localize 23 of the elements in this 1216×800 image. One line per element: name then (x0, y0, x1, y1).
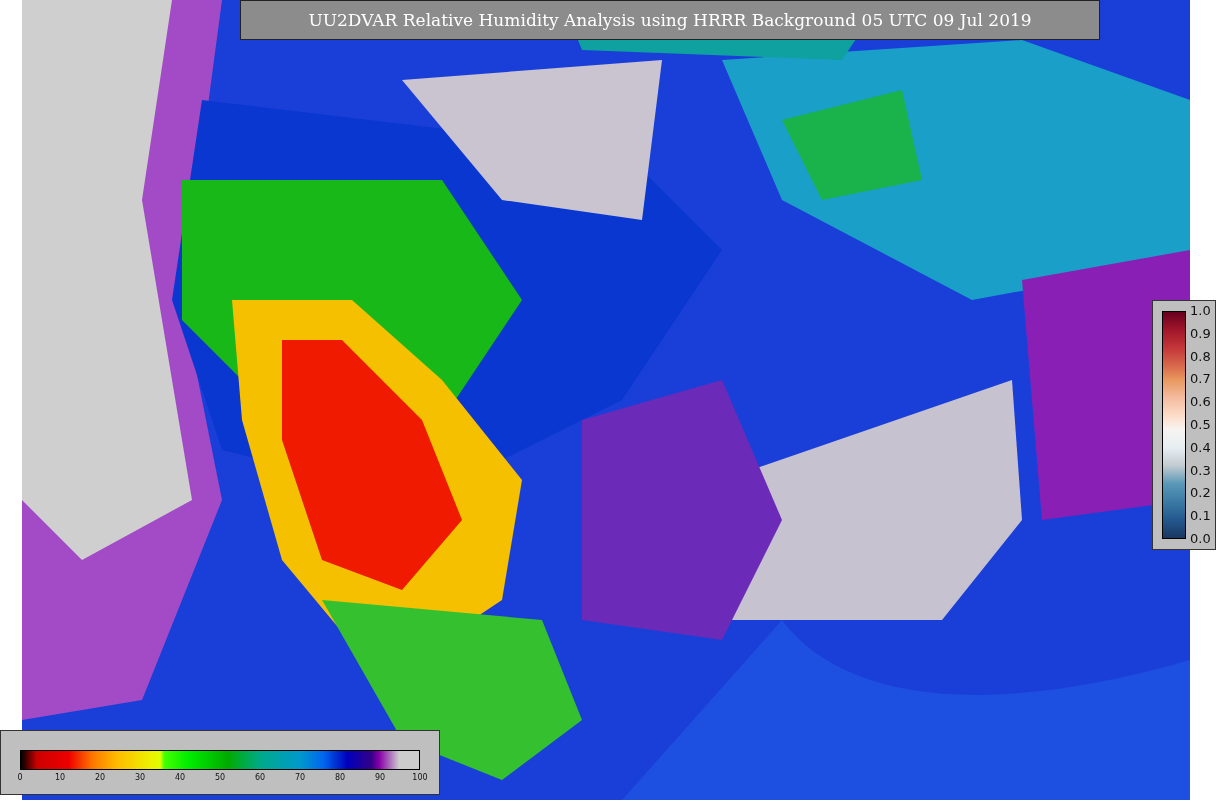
scale-label: 30 (134, 773, 146, 782)
scale-label: 0.8 (1190, 348, 1211, 365)
scale-label: 0.0 (1190, 530, 1211, 547)
scale-label: 70 (294, 773, 306, 782)
scale-label: 0 (17, 773, 23, 782)
scale-label: 10 (54, 773, 66, 782)
scale-label: 60 (254, 773, 266, 782)
scale-label: 20 (94, 773, 106, 782)
scale-label: 0.1 (1190, 508, 1211, 525)
scale-label: 0.3 (1190, 462, 1211, 479)
scale-label: 0.5 (1190, 417, 1211, 433)
map-title: UU2DVAR Relative Humidity Analysis using HRRR Background 05 UTC 09 Jul 2019 (240, 0, 1100, 40)
scale-label: 0.7 (1190, 371, 1211, 388)
scale-label: 1.0 (1190, 303, 1211, 319)
scale-label: 90 (374, 773, 386, 782)
scale-label: 40 (174, 773, 186, 782)
scale-label: 0.2 (1190, 485, 1211, 502)
scale-label: 50 (214, 773, 226, 782)
scale-label: 0.6 (1190, 394, 1211, 411)
scale-label: 80 (334, 773, 346, 782)
scale-label: 0.9 (1190, 325, 1211, 342)
scale-label: 100 (412, 773, 428, 782)
scale-label: 0.4 (1190, 439, 1211, 456)
